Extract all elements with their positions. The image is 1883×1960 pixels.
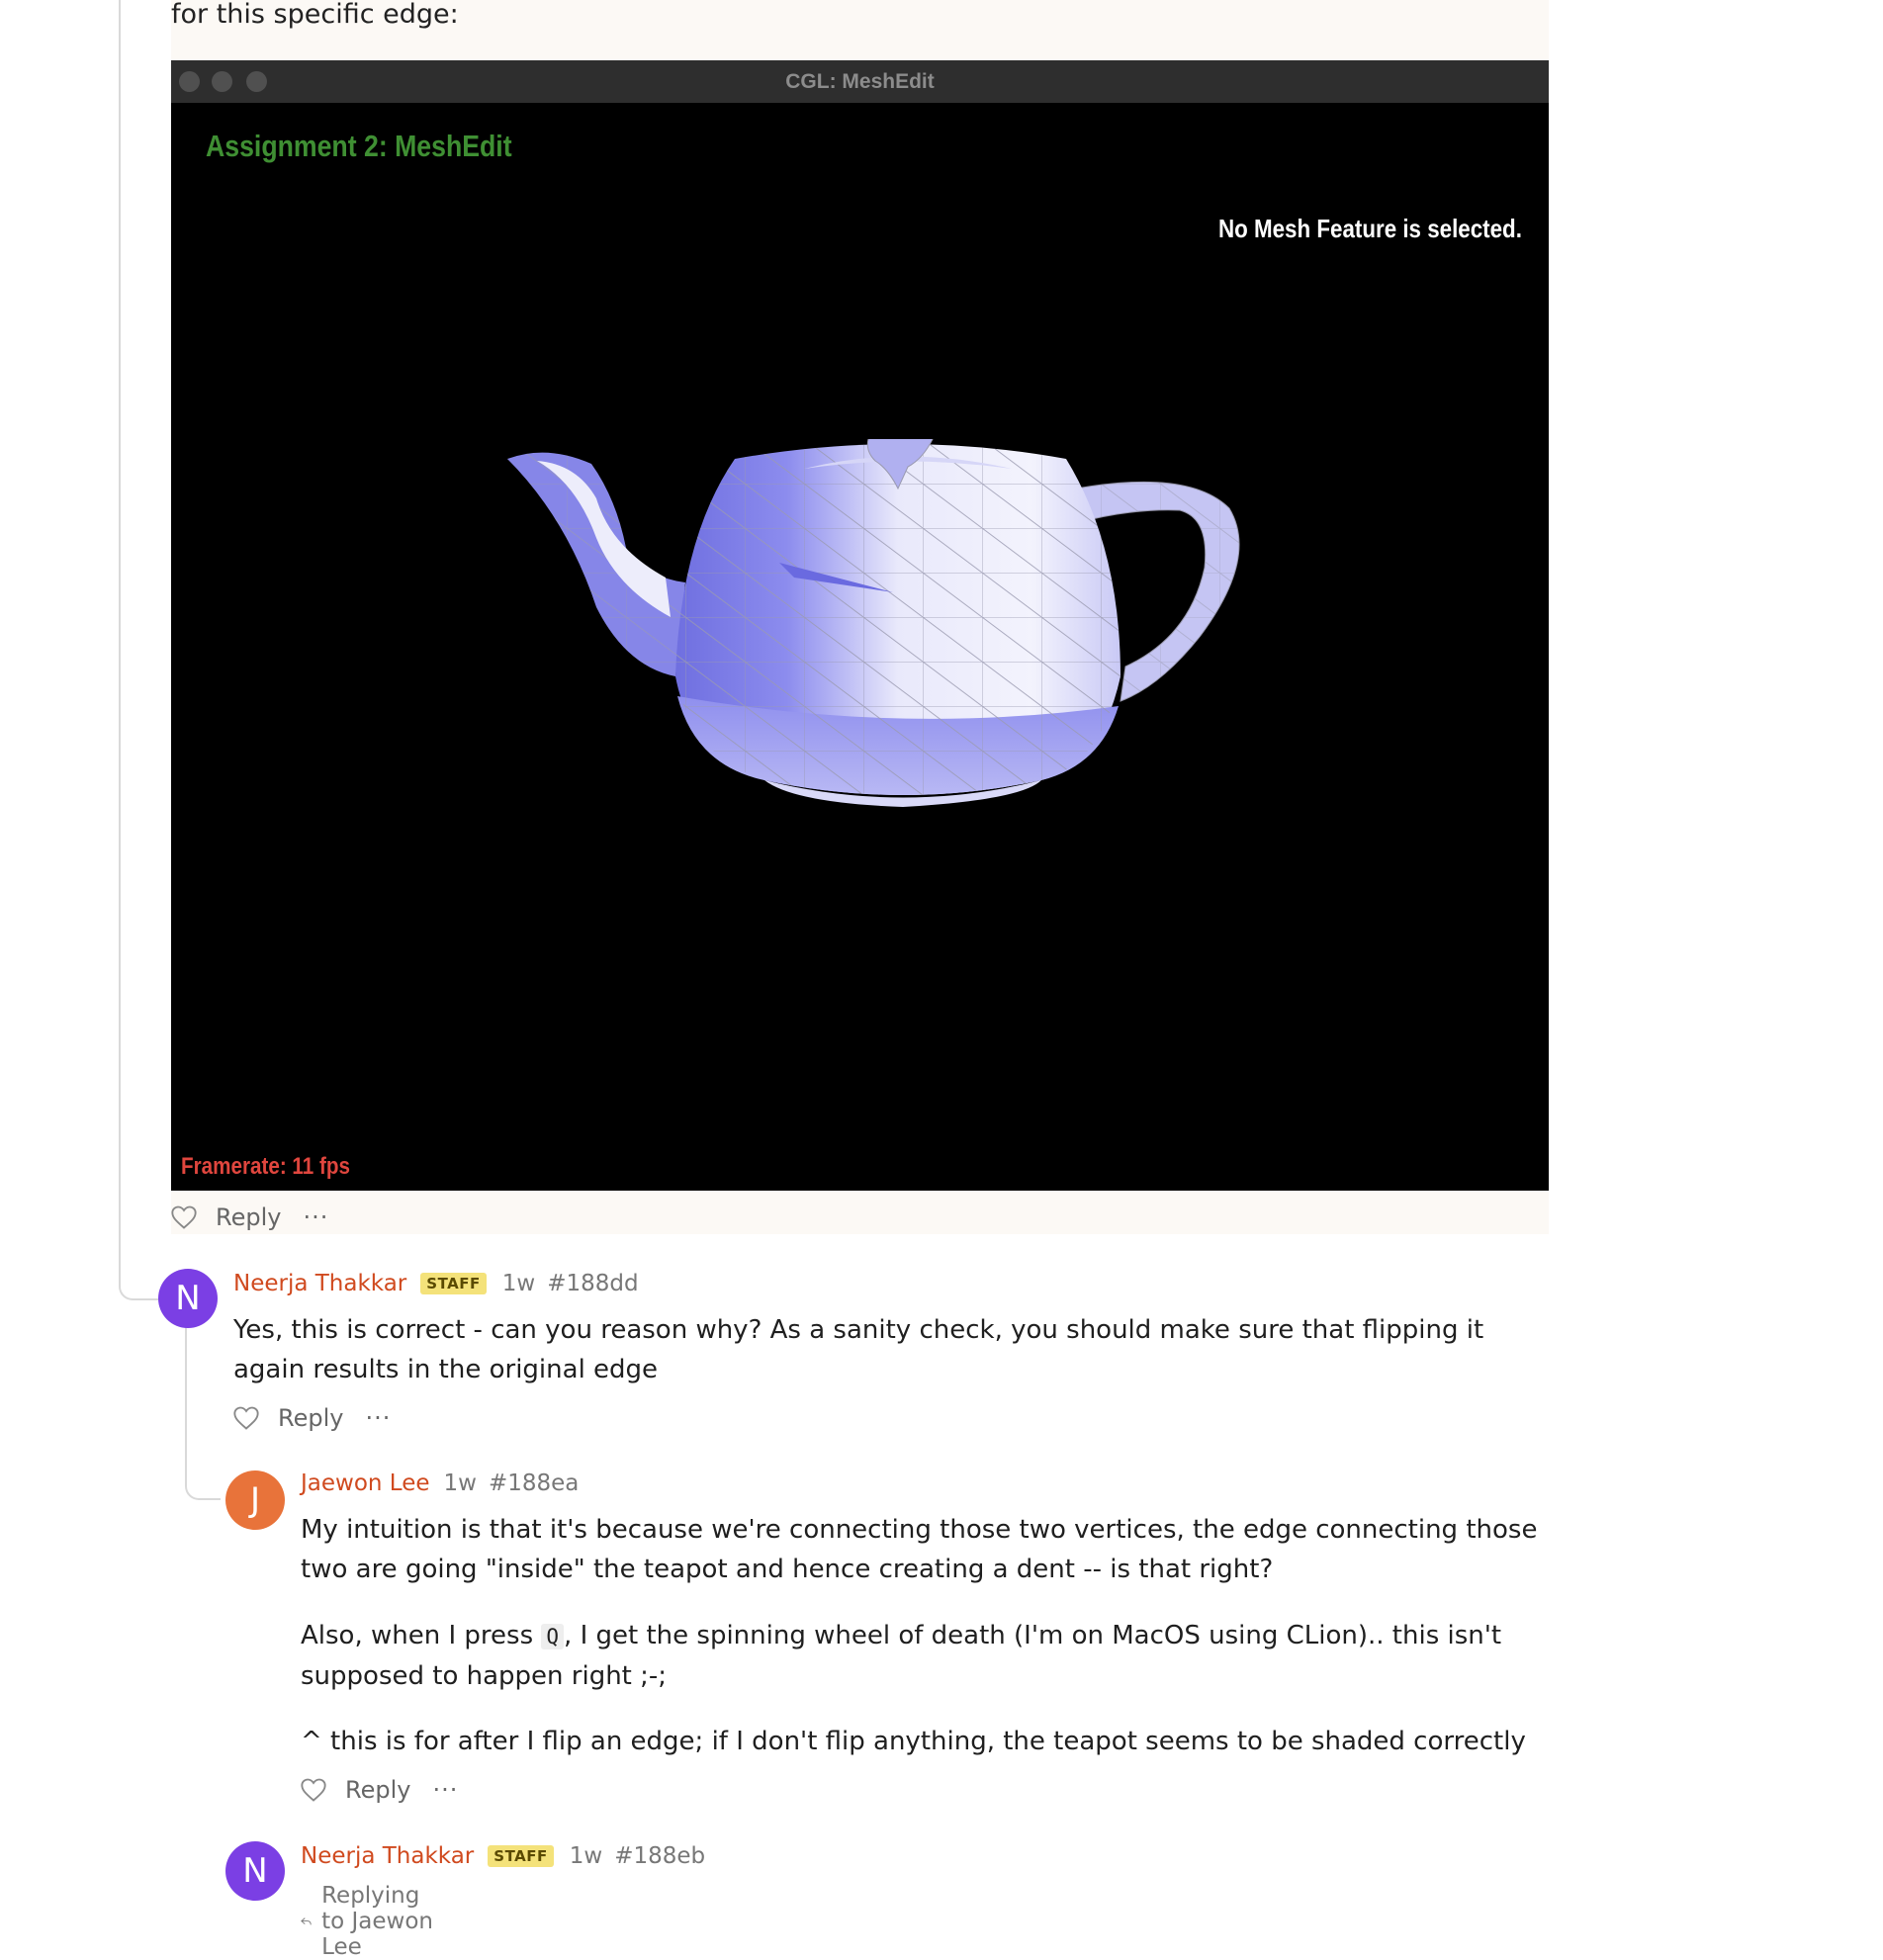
comment-meta: Neerja Thakkar STAFF 1w #188eb — [301, 1843, 705, 1869]
render-viewport: Assignment 2: MeshEdit No Mesh Feature i… — [171, 103, 1549, 1191]
comment-body-paragraph: My intuition is that it's because we're … — [301, 1515, 1538, 1584]
framerate-readout: Framerate: 11 fps — [181, 1153, 350, 1180]
thread-connector — [119, 0, 158, 1300]
teapot-mesh-image — [507, 439, 1240, 807]
replying-to[interactable]: Replying to Jaewon Lee — [301, 1883, 434, 1960]
reply-button[interactable]: Reply — [345, 1776, 410, 1804]
reply-button[interactable]: Reply — [278, 1404, 343, 1432]
staff-badge: STAFF — [488, 1845, 554, 1867]
comment-body-paragraph: ^ this is for after I flip an edge; if I… — [301, 1727, 1526, 1756]
comment-body-paragraph: Also, when I press Q, I get the spinning… — [301, 1616, 1557, 1696]
comment-actions: Reply ··· — [300, 1776, 458, 1804]
comment-id[interactable]: #188ea — [489, 1470, 579, 1496]
inline-code: Q — [541, 1624, 565, 1649]
like-heart-icon[interactable] — [300, 1777, 327, 1803]
avatar[interactable]: N — [225, 1841, 285, 1901]
more-options-button[interactable]: ··· — [432, 1778, 458, 1802]
author-name[interactable]: Neerja Thakkar — [301, 1843, 474, 1869]
like-heart-icon[interactable] — [232, 1405, 260, 1431]
like-heart-icon[interactable] — [170, 1204, 198, 1230]
author-name[interactable]: Jaewon Lee — [301, 1470, 430, 1496]
reply-arrow-icon — [301, 1917, 312, 1925]
selection-status: No Mesh Feature is selected. — [1218, 214, 1522, 243]
replying-to-text: Replying to Jaewon Lee — [321, 1883, 433, 1960]
more-options-button[interactable]: ··· — [303, 1205, 328, 1229]
comment-time: 1w — [569, 1843, 603, 1869]
thread-connector — [185, 1325, 221, 1500]
comment-id[interactable]: #188eb — [614, 1843, 705, 1869]
window-titlebar: CGL: MeshEdit — [171, 60, 1549, 103]
post-intro-text: for this specific edge: — [171, 0, 459, 30]
comment-time: 1w — [443, 1470, 477, 1496]
comment-meta: Neerja Thakkar STAFF 1w #188dd — [233, 1271, 639, 1296]
comment-meta: Jaewon Lee 1w #188ea — [301, 1470, 579, 1496]
post-actions: Reply ··· — [170, 1203, 328, 1231]
comment-id[interactable]: #188dd — [547, 1271, 638, 1296]
reply-button[interactable]: Reply — [216, 1203, 281, 1231]
more-options-button[interactable]: ··· — [365, 1406, 391, 1430]
comment-time: 1w — [501, 1271, 536, 1296]
avatar[interactable]: N — [158, 1269, 218, 1328]
assignment-title: Assignment 2: MeshEdit — [206, 129, 512, 163]
author-name[interactable]: Neerja Thakkar — [233, 1271, 406, 1296]
embedded-screenshot: CGL: MeshEdit Assignment 2: MeshEdit No … — [171, 60, 1549, 1191]
staff-badge: STAFF — [420, 1273, 487, 1294]
window-title: CGL: MeshEdit — [785, 70, 935, 93]
avatar[interactable]: J — [225, 1470, 285, 1530]
comment-actions: Reply ··· — [232, 1404, 391, 1432]
comment-body: Yes, this is correct - can you reason wh… — [233, 1315, 1484, 1384]
text-fragment: Also, when I press — [301, 1621, 542, 1650]
